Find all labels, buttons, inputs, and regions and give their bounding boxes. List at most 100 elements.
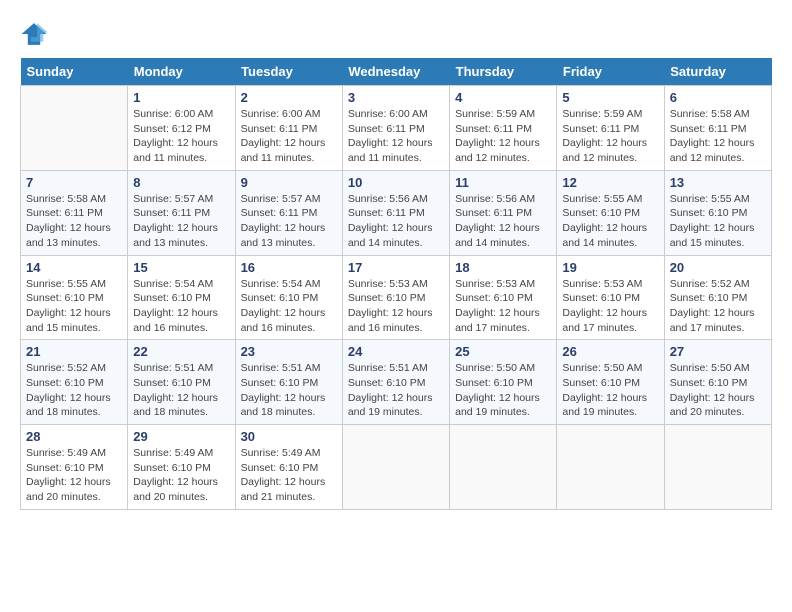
day-number: 11 [455,175,551,190]
calendar-cell [342,425,449,510]
weekday-header-wednesday: Wednesday [342,58,449,86]
day-number: 21 [26,344,122,359]
day-info: Sunrise: 5:51 AM Sunset: 6:10 PM Dayligh… [241,361,337,420]
day-number: 20 [670,260,766,275]
calendar-cell: 18Sunrise: 5:53 AM Sunset: 6:10 PM Dayli… [450,255,557,340]
weekday-header-sunday: Sunday [21,58,128,86]
day-info: Sunrise: 5:49 AM Sunset: 6:10 PM Dayligh… [241,446,337,505]
day-number: 18 [455,260,551,275]
calendar-cell: 9 Sunrise: 5:57 AM Sunset: 6:11 PM Daylig… [235,170,342,255]
day-number: 29 [133,429,229,444]
day-number: 30 [241,429,337,444]
day-info: Sunrise: 6:00 AM Sunset: 6:11 PM Dayligh… [348,107,444,166]
day-number: 22 [133,344,229,359]
day-number: 3 [348,90,444,105]
calendar-cell: 14 Sunrise: 5:55 AM Sunset: 6:10 PM Dayli… [21,255,128,340]
day-info: Sunrise: 5:52 AM Sunset: 6:10 PM Dayligh… [26,361,122,420]
day-number: 6 [670,90,766,105]
calendar-cell: 24 Sunrise: 5:51 AM Sunset: 6:10 PM Dayli… [342,340,449,425]
calendar-cell: 2 Sunrise: 6:00 AM Sunset: 6:11 PM Daylig… [235,86,342,171]
calendar-cell: 28 Sunrise: 5:49 AM Sunset: 6:10 PM Dayli… [21,425,128,510]
day-number: 5 [562,90,658,105]
day-info: Sunrise: 5:55 AM Sunset: 6:10 PM Dayligh… [26,277,122,336]
weekday-header-tuesday: Tuesday [235,58,342,86]
calendar-cell: 8 Sunrise: 5:57 AM Sunset: 6:11 PM Daylig… [128,170,235,255]
day-info: Sunrise: 5:56 AM Sunset: 6:11 PM Dayligh… [455,192,551,251]
day-info: Sunrise: 5:55 AM Sunset: 6:10 PM Dayligh… [670,192,766,251]
day-number: 2 [241,90,337,105]
calendar-cell: 25Sunrise: 5:50 AM Sunset: 6:10 PM Dayli… [450,340,557,425]
calendar-cell [664,425,771,510]
calendar-cell: 4 Sunrise: 5:59 AM Sunset: 6:11 PM Daylig… [450,86,557,171]
calendar-week-row: 1 Sunrise: 6:00 AM Sunset: 6:12 PM Daylig… [21,86,772,171]
day-info: Sunrise: 5:49 AM Sunset: 6:10 PM Dayligh… [26,446,122,505]
day-info: Sunrise: 5:59 AM Sunset: 6:11 PM Dayligh… [455,107,551,166]
calendar-cell: 10Sunrise: 5:56 AM Sunset: 6:11 PM Dayli… [342,170,449,255]
calendar-week-row: 28 Sunrise: 5:49 AM Sunset: 6:10 PM Dayli… [21,425,772,510]
page-header [20,20,772,48]
day-number: 27 [670,344,766,359]
day-number: 17 [348,260,444,275]
calendar-cell: 30 Sunrise: 5:49 AM Sunset: 6:10 PM Dayli… [235,425,342,510]
day-info: Sunrise: 5:54 AM Sunset: 6:10 PM Dayligh… [241,277,337,336]
day-number: 8 [133,175,229,190]
weekday-header-monday: Monday [128,58,235,86]
calendar-week-row: 21 Sunrise: 5:52 AM Sunset: 6:10 PM Dayli… [21,340,772,425]
day-info: Sunrise: 6:00 AM Sunset: 6:11 PM Dayligh… [241,107,337,166]
calendar-cell: 6 Sunrise: 5:58 AM Sunset: 6:11 PM Daylig… [664,86,771,171]
day-number: 7 [26,175,122,190]
calendar-cell: 29 Sunrise: 5:49 AM Sunset: 6:10 PM Dayli… [128,425,235,510]
calendar-cell: 27 Sunrise: 5:50 AM Sunset: 6:10 PM Dayli… [664,340,771,425]
calendar-cell: 26Sunrise: 5:50 AM Sunset: 6:10 PM Dayli… [557,340,664,425]
calendar-cell: 20 Sunrise: 5:52 AM Sunset: 6:10 PM Dayli… [664,255,771,340]
day-info: Sunrise: 5:57 AM Sunset: 6:11 PM Dayligh… [133,192,229,251]
logo-icon [20,20,48,48]
calendar-cell: 17 Sunrise: 5:53 AM Sunset: 6:10 PM Dayli… [342,255,449,340]
calendar-cell: 7 Sunrise: 5:58 AM Sunset: 6:11 PM Daylig… [21,170,128,255]
weekday-header-saturday: Saturday [664,58,771,86]
calendar-cell: 23 Sunrise: 5:51 AM Sunset: 6:10 PM Dayli… [235,340,342,425]
calendar-cell [557,425,664,510]
day-info: Sunrise: 5:57 AM Sunset: 6:11 PM Dayligh… [241,192,337,251]
weekday-header-row: SundayMondayTuesdayWednesdayThursdayFrid… [21,58,772,86]
calendar-cell: 19 Sunrise: 5:53 AM Sunset: 6:10 PM Dayli… [557,255,664,340]
day-info: Sunrise: 5:53 AM Sunset: 6:10 PM Dayligh… [562,277,658,336]
day-info: Sunrise: 5:52 AM Sunset: 6:10 PM Dayligh… [670,277,766,336]
calendar-table: SundayMondayTuesdayWednesdayThursdayFrid… [20,58,772,510]
calendar-cell: 12 Sunrise: 5:55 AM Sunset: 6:10 PM Dayli… [557,170,664,255]
day-number: 4 [455,90,551,105]
calendar-week-row: 7 Sunrise: 5:58 AM Sunset: 6:11 PM Daylig… [21,170,772,255]
day-info: Sunrise: 5:55 AM Sunset: 6:10 PM Dayligh… [562,192,658,251]
calendar-cell: 1 Sunrise: 6:00 AM Sunset: 6:12 PM Daylig… [128,86,235,171]
day-info: Sunrise: 5:53 AM Sunset: 6:10 PM Dayligh… [348,277,444,336]
calendar-cell [450,425,557,510]
calendar-cell: 5 Sunrise: 5:59 AM Sunset: 6:11 PM Daylig… [557,86,664,171]
day-number: 14 [26,260,122,275]
calendar-cell: 15Sunrise: 5:54 AM Sunset: 6:10 PM Dayli… [128,255,235,340]
day-number: 16 [241,260,337,275]
calendar-cell: 16 Sunrise: 5:54 AM Sunset: 6:10 PM Dayli… [235,255,342,340]
calendar-cell: 11 Sunrise: 5:56 AM Sunset: 6:11 PM Dayli… [450,170,557,255]
day-number: 1 [133,90,229,105]
day-info: Sunrise: 5:51 AM Sunset: 6:10 PM Dayligh… [133,361,229,420]
day-info: Sunrise: 5:58 AM Sunset: 6:11 PM Dayligh… [670,107,766,166]
calendar-cell: 21 Sunrise: 5:52 AM Sunset: 6:10 PM Dayli… [21,340,128,425]
day-info: Sunrise: 5:50 AM Sunset: 6:10 PM Dayligh… [670,361,766,420]
day-info: Sunrise: 5:56 AM Sunset: 6:11 PM Dayligh… [348,192,444,251]
day-number: 12 [562,175,658,190]
day-info: Sunrise: 5:59 AM Sunset: 6:11 PM Dayligh… [562,107,658,166]
day-number: 23 [241,344,337,359]
day-info: Sunrise: 5:58 AM Sunset: 6:11 PM Dayligh… [26,192,122,251]
day-info: Sunrise: 5:49 AM Sunset: 6:10 PM Dayligh… [133,446,229,505]
day-number: 24 [348,344,444,359]
day-number: 26 [562,344,658,359]
calendar-cell: 13Sunrise: 5:55 AM Sunset: 6:10 PM Dayli… [664,170,771,255]
day-info: Sunrise: 5:54 AM Sunset: 6:10 PM Dayligh… [133,277,229,336]
calendar-week-row: 14 Sunrise: 5:55 AM Sunset: 6:10 PM Dayli… [21,255,772,340]
day-info: Sunrise: 6:00 AM Sunset: 6:12 PM Dayligh… [133,107,229,166]
day-number: 28 [26,429,122,444]
day-number: 19 [562,260,658,275]
day-info: Sunrise: 5:50 AM Sunset: 6:10 PM Dayligh… [455,361,551,420]
day-number: 9 [241,175,337,190]
day-info: Sunrise: 5:51 AM Sunset: 6:10 PM Dayligh… [348,361,444,420]
